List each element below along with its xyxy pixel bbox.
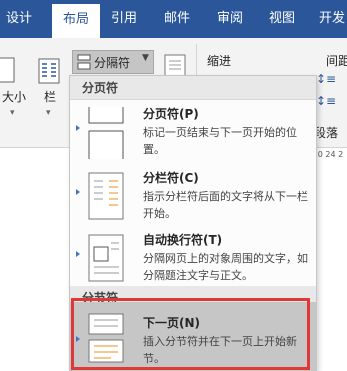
chevron-down-icon: ▼ (142, 53, 149, 63)
menu-item-column-break[interactable]: 分栏符(C) 指示分栏符后面的文字将从下一栏开始。 (70, 165, 316, 227)
section-header-page-breaks: 分页符 (70, 76, 316, 100)
menu-item-text-wrapping-break[interactable]: 自动换行符(T) 分隔网页上的对象周围的文字，如分隔题注文字与正文。 (70, 227, 316, 285)
menu-item-title: 自动换行符(T) (143, 233, 223, 247)
tab-design[interactable]: 设计 (0, 0, 38, 38)
highlight-box (71, 298, 310, 370)
size-label[interactable]: 大小 (2, 88, 26, 105)
menu-item-title: 分栏符(C) (143, 171, 199, 185)
spacing-label: 间距 (326, 54, 347, 68)
tab-references[interactable]: 引用 (103, 0, 145, 38)
triangle-icon (76, 189, 80, 195)
indent-label: 缩进 (207, 54, 232, 68)
tab-view[interactable]: 视图 (261, 0, 303, 38)
column-break-icon (88, 172, 124, 220)
text-wrapping-break-icon (88, 234, 124, 282)
menu-item-description: 标记一页结束与下一页开始的位置。 (143, 126, 297, 156)
tab-mailings[interactable]: 邮件 (155, 0, 199, 38)
triangle-icon (76, 125, 80, 131)
tab-layout[interactable]: 布局 (52, 4, 100, 38)
ribbon-tab-bar: 设计 布局 引用 邮件 审阅 视图 开发 (0, 0, 347, 38)
tab-review[interactable]: 审阅 (209, 0, 251, 38)
page-size-icon[interactable] (0, 56, 20, 86)
menu-item-title: 分页符(P) (143, 107, 199, 121)
tab-developer[interactable]: 开发 (312, 0, 347, 38)
columns-icon[interactable] (38, 58, 60, 84)
size-dropdown-icon[interactable]: ▾ (10, 108, 15, 118)
breaks-label: 分隔符 (94, 56, 131, 70)
breaks-icon (77, 54, 91, 70)
columns-label[interactable]: 栏 (44, 88, 56, 105)
menu-item-page-break[interactable]: 分页符(P) 标记一页结束与下一页开始的位置。 (70, 101, 316, 165)
columns-dropdown-icon[interactable]: ▾ (46, 108, 51, 118)
paragraph-group-label: 段落 (314, 126, 339, 140)
spacing-after-icon[interactable]: ↕≡ (316, 94, 336, 108)
menu-item-description: 指示分栏符后面的文字将从下一栏开始。 (143, 190, 308, 220)
breaks-button[interactable]: 分隔符 ▼ (72, 50, 154, 74)
triangle-icon (76, 251, 80, 257)
spacing-before-icon[interactable]: ↕≡ (316, 72, 336, 86)
page-break-icon (88, 107, 124, 159)
menu-item-description: 分隔网页上的对象周围的文字，如分隔题注文字与正文。 (143, 252, 308, 282)
